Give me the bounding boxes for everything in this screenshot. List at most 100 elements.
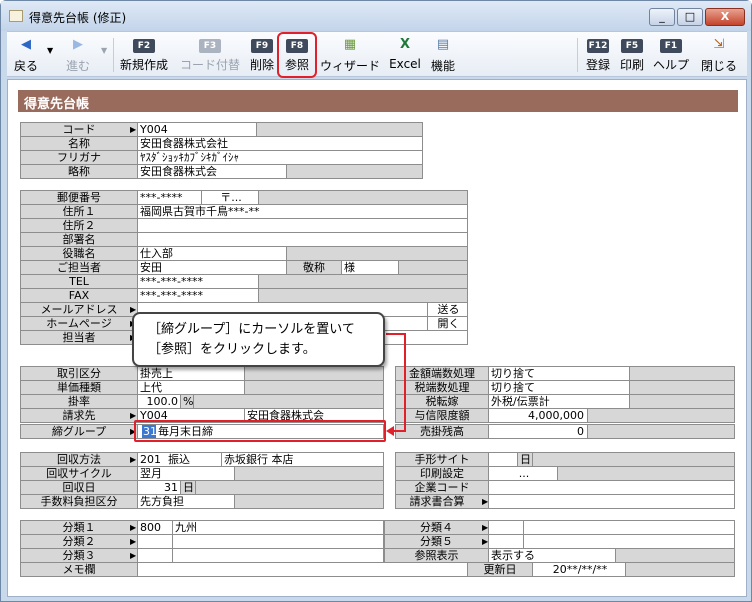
back-dropdown-icon[interactable]: ▼ xyxy=(47,46,53,55)
amount-rounding-filler xyxy=(629,366,735,381)
tel-filler xyxy=(258,274,468,289)
function-icon: ▤ xyxy=(436,37,450,52)
section-title: 得意先台帳 xyxy=(18,90,738,112)
callout-line-1: ［締グループ］にカーソルを置いて xyxy=(148,322,355,337)
price-type-field[interactable]: 上代 xyxy=(137,380,245,395)
fax-field[interactable]: ***-***-**** xyxy=(137,288,259,303)
closing-group-highlight xyxy=(134,420,386,442)
collect-method-field[interactable]: 振込 xyxy=(166,452,222,467)
short-name-field[interactable]: 安田食器株式会 xyxy=(137,164,287,179)
reference-highlight xyxy=(277,32,317,78)
tax-shift-label: 税転嫁 xyxy=(395,394,489,409)
tax-rounding-field[interactable]: 切り捨て xyxy=(488,380,630,395)
kana-field[interactable]: ﾔｽﾀﾞｼｮｯｷｶﾌﾞｼｷｶﾞｲｼｬ xyxy=(137,150,423,165)
app-icon xyxy=(9,10,23,22)
bill-to-label: 請求先 xyxy=(20,408,138,423)
ref-display-field[interactable]: 表示する xyxy=(488,548,616,563)
f3-key-icon: F3 xyxy=(199,39,221,53)
wizard-button[interactable]: ▦ ウィザード xyxy=(319,34,381,74)
class2-code-field[interactable] xyxy=(137,534,173,549)
address1-field[interactable]: 福岡県古賀市千鳥***-** xyxy=(137,204,468,219)
delete-button[interactable]: F9 削除 xyxy=(247,34,277,74)
trade-type-label: 取引区分 xyxy=(20,366,138,381)
tax-rounding-filler xyxy=(629,380,735,395)
code-reassign-button[interactable]: F3 コード付替 xyxy=(177,34,243,74)
class5-code-field[interactable] xyxy=(488,534,524,549)
print-button[interactable]: F5 印刷 xyxy=(617,34,647,74)
address2-field[interactable] xyxy=(137,218,468,233)
class5-name-field[interactable] xyxy=(523,534,735,549)
send-mail-button[interactable]: 送る xyxy=(427,302,468,317)
name-field[interactable]: 安田食器株式会社 xyxy=(137,136,423,151)
forward-button[interactable]: ▶ 進む xyxy=(61,34,95,74)
credit-limit-field[interactable]: 4,000,000 xyxy=(488,408,588,423)
zip-lookup-button[interactable]: 〒... xyxy=(201,190,259,205)
help-button[interactable]: F1 ヘルプ xyxy=(651,34,691,74)
tax-shift-field[interactable]: 外税/伝票計 xyxy=(488,394,630,409)
collect-day-filler xyxy=(195,480,384,495)
code-field[interactable]: Y004 xyxy=(137,122,257,137)
zip-field[interactable]: ***-**** xyxy=(137,190,202,205)
collect-day-label: 回収日 xyxy=(20,480,138,495)
memo-field[interactable] xyxy=(137,562,468,577)
invoice-merge-label: 請求書合算 xyxy=(395,494,489,509)
class3-name-field[interactable] xyxy=(172,548,384,563)
trade-type-field[interactable]: 掛売上 xyxy=(137,366,245,381)
back-button[interactable]: ◀ 戻る xyxy=(11,34,41,74)
class1-name-field[interactable]: 九州 xyxy=(172,520,384,535)
print-settings-filler xyxy=(557,466,735,481)
collect-method-arrow-icon: ▶ xyxy=(130,455,137,464)
job-title-label: 役職名 xyxy=(20,246,138,261)
ref-display-label: 参照表示 xyxy=(384,548,489,563)
class3-label: 分類３ xyxy=(20,548,138,563)
toolbar-separator xyxy=(113,38,114,72)
rate-label: 掛率 xyxy=(20,394,138,409)
collect-day-field[interactable]: 31 xyxy=(137,480,181,495)
credit-limit-label: 与信限度額 xyxy=(395,408,489,423)
function-button[interactable]: ▤ 機能 xyxy=(427,34,459,74)
collect-bank-field[interactable]: 赤坂銀行 本店 xyxy=(221,452,384,467)
class2-name-field[interactable] xyxy=(172,534,384,549)
short-name-filler xyxy=(286,164,423,179)
trade-type-filler xyxy=(244,366,384,381)
open-homepage-button[interactable]: 開く xyxy=(427,316,468,331)
title-bar: 得意先台帳 (修正) _ □ X xyxy=(1,1,751,31)
ref-display-filler xyxy=(615,548,735,563)
note-site-field[interactable] xyxy=(488,452,518,467)
rate-field[interactable]: 100.0 xyxy=(137,394,181,409)
register-button[interactable]: F12 登録 xyxy=(581,34,615,74)
fee-burden-label: 手数料負担区分 xyxy=(20,494,138,509)
fee-burden-field[interactable]: 先方負担 xyxy=(137,494,235,509)
new-button[interactable]: F2 新規作成 xyxy=(117,34,171,74)
instruction-callout: ［締グループ］にカーソルを置いて ［参照］をクリックします。 xyxy=(132,312,385,367)
job-title-field[interactable]: 仕入部 xyxy=(137,246,287,261)
invoice-merge-field[interactable] xyxy=(488,494,735,509)
contact-field[interactable]: 安田 xyxy=(137,260,287,275)
name-label: 名称 xyxy=(20,136,138,151)
minimize-button[interactable]: _ xyxy=(649,8,675,26)
corp-code-field[interactable] xyxy=(488,480,735,495)
excel-button[interactable]: X Excel xyxy=(387,34,423,74)
class3-code-field[interactable] xyxy=(137,548,173,563)
maximize-button[interactable]: □ xyxy=(677,8,703,26)
honorific-field[interactable]: 様 xyxy=(341,260,399,275)
print-settings-button[interactable]: ... xyxy=(488,466,558,481)
tel-field[interactable]: ***-***-**** xyxy=(137,274,259,289)
department-field[interactable] xyxy=(137,232,468,247)
collect-cycle-field[interactable]: 翌月 xyxy=(137,466,235,481)
collect-method-code-field[interactable]: 201 xyxy=(137,452,167,467)
class4-code-field[interactable] xyxy=(488,520,524,535)
forward-dropdown-icon[interactable]: ▼ xyxy=(101,46,107,55)
class1-arrow-icon: ▶ xyxy=(130,523,137,532)
amount-rounding-field[interactable]: 切り捨て xyxy=(488,366,630,381)
code-filler xyxy=(256,122,423,137)
class4-name-field[interactable] xyxy=(523,520,735,535)
close-button[interactable]: ⇲ 閉じる xyxy=(697,34,741,74)
closing-group-label: 締グループ xyxy=(20,424,138,439)
f5-key-icon: F5 xyxy=(621,39,643,53)
close-window-button[interactable]: X xyxy=(705,8,745,26)
honorific-filler xyxy=(398,260,468,275)
short-name-label: 略称 xyxy=(20,164,138,179)
class1-code-field[interactable]: 800 xyxy=(137,520,173,535)
collect-cycle-filler xyxy=(234,466,384,481)
